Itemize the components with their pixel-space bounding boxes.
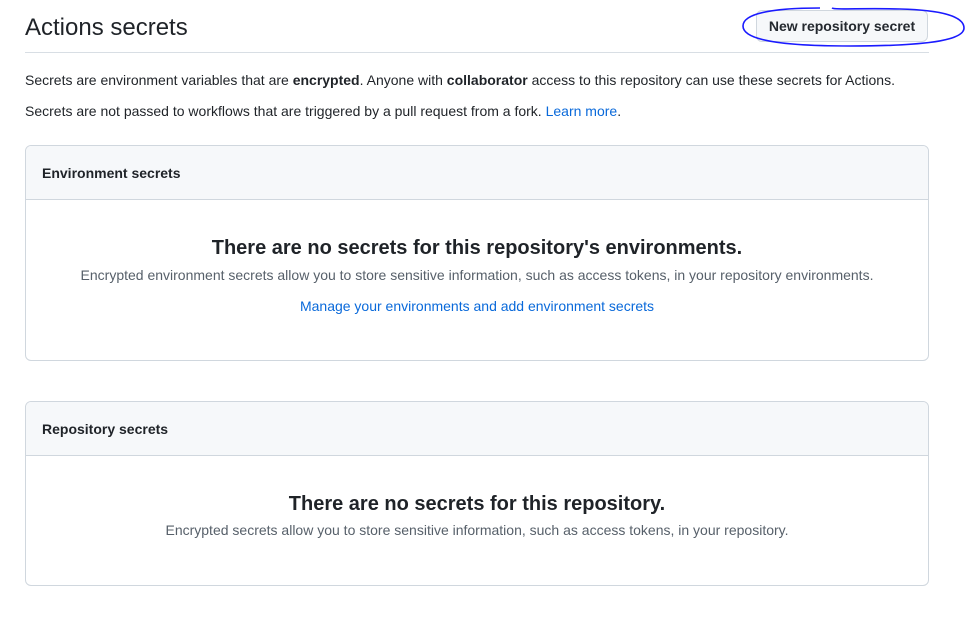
repository-secrets-blankslate: There are no secrets for this repository… [26, 456, 928, 540]
secrets-description-line-1: Secrets are environment variables that a… [25, 72, 895, 88]
new-repository-secret-button[interactable]: New repository secret [756, 10, 928, 42]
secrets-description-line-2: Secrets are not passed to workflows that… [25, 103, 622, 119]
environment-secrets-box: Environment secrets There are no secrets… [25, 145, 929, 361]
repository-secrets-empty-title: There are no secrets for this repository… [288, 493, 666, 515]
environment-secrets-empty-text: Encrypted environment secrets allow you … [80, 267, 874, 283]
page-header: Actions secrets New repository secret [25, 0, 929, 53]
environment-secrets-empty-title: There are no secrets for this repository… [211, 237, 743, 259]
repository-secrets-box: Repository secrets There are no secrets … [25, 401, 929, 586]
manage-environments-link[interactable]: Manage your environments and add environ… [300, 298, 654, 314]
repository-secrets-empty-text: Encrypted secrets allow you to store sen… [165, 522, 789, 538]
environment-secrets-heading: Environment secrets [26, 146, 928, 200]
actions-secrets-page: Actions secrets New repository secret Se… [0, 0, 968, 622]
learn-more-link[interactable]: Learn more [546, 103, 618, 119]
repository-secrets-heading: Repository secrets [26, 402, 928, 456]
page-title: Actions secrets [25, 14, 188, 41]
environment-secrets-blankslate: There are no secrets for this repository… [26, 200, 928, 316]
